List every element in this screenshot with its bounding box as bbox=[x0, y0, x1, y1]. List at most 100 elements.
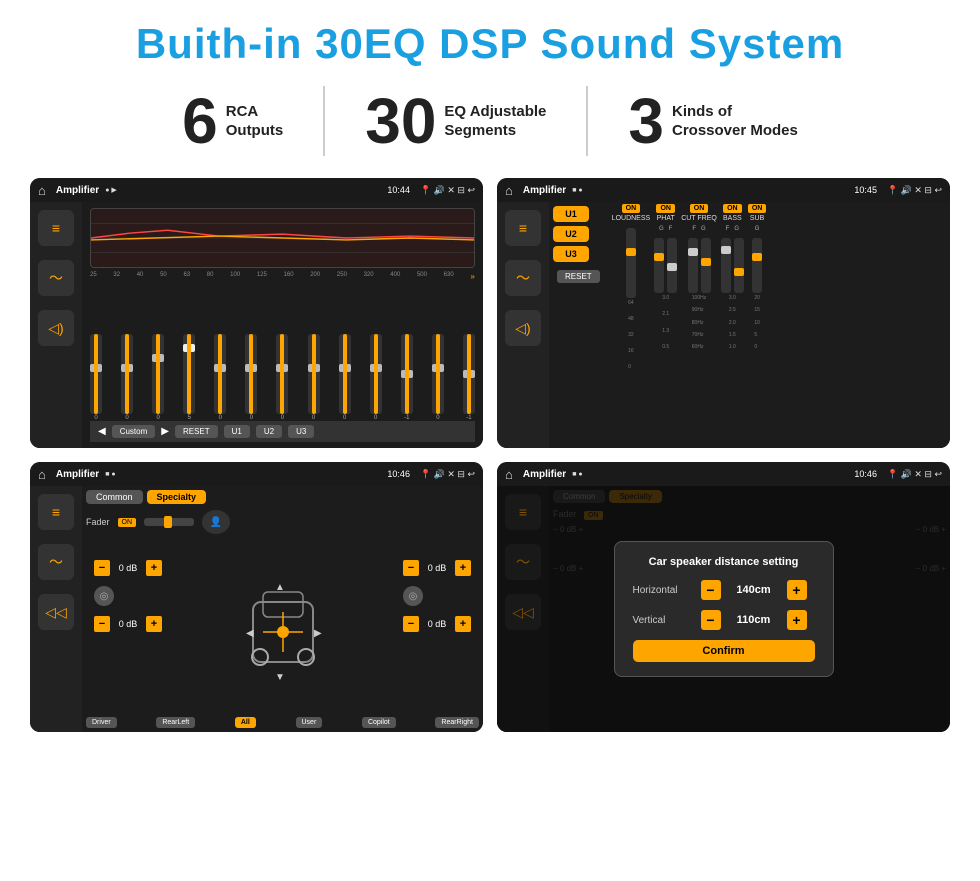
slider-track[interactable] bbox=[308, 334, 320, 414]
stat-rca-label: RCAOutputs bbox=[226, 102, 284, 141]
screen-distance: ⌂ Amplifier ■ ● 10:46 📍 🔊 ✕ ⊟ ↩ ≡ 〜 ◁◁ C… bbox=[497, 462, 950, 732]
speaker-icon-btn[interactable]: ◁) bbox=[38, 310, 74, 346]
db-plus-fl[interactable]: + bbox=[146, 560, 162, 576]
u1-preset[interactable]: U1 bbox=[553, 206, 589, 222]
eq-icon-btn[interactable]: ≡ bbox=[38, 210, 74, 246]
home-icon-4[interactable]: ⌂ bbox=[505, 467, 513, 482]
reset-btn-2[interactable]: RESET bbox=[557, 270, 600, 283]
on-badge[interactable]: ON bbox=[723, 204, 742, 213]
confirm-button[interactable]: Confirm bbox=[633, 640, 815, 662]
on-badge[interactable]: ON bbox=[656, 204, 675, 213]
u3-btn[interactable]: U3 bbox=[288, 425, 314, 438]
prev-arrow[interactable]: ◀ bbox=[98, 426, 106, 437]
eq-icon-btn-2[interactable]: ≡ bbox=[505, 210, 541, 246]
slider-track[interactable] bbox=[245, 334, 257, 414]
u1-btn[interactable]: U1 bbox=[224, 425, 250, 438]
speaker-icon-fl: ◎ bbox=[94, 586, 114, 606]
tab-common-3[interactable]: Common bbox=[86, 490, 143, 504]
vert-slider[interactable] bbox=[721, 238, 731, 293]
status-icons-1: 📍 🔊 ✕ ⊟ ↩ bbox=[420, 185, 475, 196]
car-svg: ▲ ▼ ◀ ▶ bbox=[238, 572, 328, 682]
on-badge[interactable]: ON bbox=[622, 204, 641, 213]
copilot-btn[interactable]: Copilot bbox=[362, 717, 396, 728]
slider-col: 0 bbox=[339, 334, 351, 421]
slider-track[interactable] bbox=[401, 334, 413, 414]
db-plus-rr[interactable]: + bbox=[455, 616, 471, 632]
vert-slider[interactable] bbox=[688, 238, 698, 293]
fader-on[interactable]: ON bbox=[118, 518, 137, 527]
screen2-content: ≡ 〜 ◁) U1 U2 U3 RESET ON LOUDNESS bbox=[497, 202, 950, 448]
vert-slider[interactable] bbox=[667, 238, 677, 293]
wave-icon-btn[interactable]: 〜 bbox=[38, 260, 74, 296]
slider-track[interactable] bbox=[121, 334, 133, 414]
slider-track[interactable] bbox=[90, 334, 102, 414]
reset-btn-1[interactable]: RESET bbox=[175, 425, 218, 438]
dialog-row-vertical: Vertical − 110cm + bbox=[633, 610, 815, 630]
db-row-fr: − 0 dB + bbox=[403, 560, 471, 576]
fader-slider[interactable] bbox=[144, 518, 194, 526]
crossover-col-bass: ON BASS F G 3.02.52.01.51.0 bbox=[721, 204, 744, 446]
next-arrow[interactable]: ▶ bbox=[161, 426, 169, 437]
home-icon-1[interactable]: ⌂ bbox=[38, 183, 46, 198]
on-badge[interactable]: ON bbox=[690, 204, 709, 213]
home-icon-2[interactable]: ⌂ bbox=[505, 183, 513, 198]
speaker-icon-btn-2[interactable]: ◁) bbox=[505, 310, 541, 346]
time-3: 10:46 bbox=[387, 469, 410, 479]
horizontal-minus[interactable]: − bbox=[701, 580, 721, 600]
u2-preset[interactable]: U2 bbox=[553, 226, 589, 242]
slider-track[interactable] bbox=[276, 334, 288, 414]
vertical-minus[interactable]: − bbox=[701, 610, 721, 630]
on-badge[interactable]: ON bbox=[748, 204, 767, 213]
db-minus-fr[interactable]: − bbox=[403, 560, 419, 576]
slider-track[interactable] bbox=[183, 334, 195, 414]
rearleft-btn[interactable]: RearLeft bbox=[156, 717, 195, 728]
col-label: LOUDNESS bbox=[612, 215, 651, 222]
vert-slider[interactable] bbox=[734, 238, 744, 293]
db-minus-fl[interactable]: − bbox=[94, 560, 110, 576]
u3-preset[interactable]: U3 bbox=[553, 246, 589, 262]
db-val-fl: 0 dB bbox=[114, 563, 142, 573]
slider-track[interactable] bbox=[339, 334, 351, 414]
user-btn[interactable]: User bbox=[296, 717, 323, 728]
slider-track[interactable] bbox=[432, 334, 444, 414]
all-btn[interactable]: All bbox=[235, 717, 256, 728]
vert-slider[interactable] bbox=[752, 238, 762, 293]
vert-slider[interactable] bbox=[701, 238, 711, 293]
u2-btn[interactable]: U2 bbox=[256, 425, 282, 438]
vert-slider[interactable] bbox=[626, 228, 636, 298]
col-scale: 100Hz90Hz80Hz70Hz60Hz bbox=[692, 295, 706, 350]
home-icon-3[interactable]: ⌂ bbox=[38, 467, 46, 482]
wave-icon-btn-3[interactable]: 〜 bbox=[38, 544, 74, 580]
slider-track[interactable] bbox=[463, 334, 475, 414]
custom-btn[interactable]: Custom bbox=[112, 425, 156, 438]
screen3-content: ≡ 〜 ◁◁ Common Specialty Fader ON bbox=[30, 486, 483, 732]
crossover-col-sub: ON SUB G 20151050 bbox=[748, 204, 767, 446]
slider-track[interactable] bbox=[370, 334, 382, 414]
app-name-2: Amplifier bbox=[523, 185, 566, 196]
dialog-overlay: Car speaker distance setting Horizontal … bbox=[497, 486, 950, 732]
stat-rca: 6 RCAOutputs bbox=[142, 89, 323, 153]
main-title: Buith-in 30EQ DSP Sound System bbox=[30, 20, 950, 68]
db-plus-fr[interactable]: + bbox=[455, 560, 471, 576]
db-plus-rl[interactable]: + bbox=[146, 616, 162, 632]
db-row-rr: − 0 dB + bbox=[403, 616, 471, 632]
eq-icon-btn-3[interactable]: ≡ bbox=[38, 494, 74, 530]
rearright-btn[interactable]: RearRight bbox=[435, 717, 479, 728]
wave-icon-btn-2[interactable]: 〜 bbox=[505, 260, 541, 296]
col-scale: 644832160 bbox=[628, 300, 634, 370]
svg-text:▶: ▶ bbox=[314, 628, 322, 639]
app-name-1: Amplifier bbox=[56, 185, 99, 196]
horizontal-plus[interactable]: + bbox=[787, 580, 807, 600]
vert-slider[interactable] bbox=[654, 238, 664, 293]
speaker-icon-btn-3[interactable]: ◁◁ bbox=[38, 594, 74, 630]
tab-specialty-3[interactable]: Specialty bbox=[147, 490, 207, 504]
slider-track[interactable] bbox=[214, 334, 226, 414]
slider-track[interactable] bbox=[152, 334, 164, 414]
driver-btn[interactable]: Driver bbox=[86, 717, 117, 728]
screen1-content: ≡ 〜 ◁) bbox=[30, 202, 483, 448]
db-minus-rr[interactable]: − bbox=[403, 616, 419, 632]
db-minus-rl[interactable]: − bbox=[94, 616, 110, 632]
stat-crossover-label: Kinds ofCrossover Modes bbox=[672, 102, 798, 141]
vertical-plus[interactable]: + bbox=[787, 610, 807, 630]
dot-icon-3: ■ ● bbox=[105, 471, 115, 478]
